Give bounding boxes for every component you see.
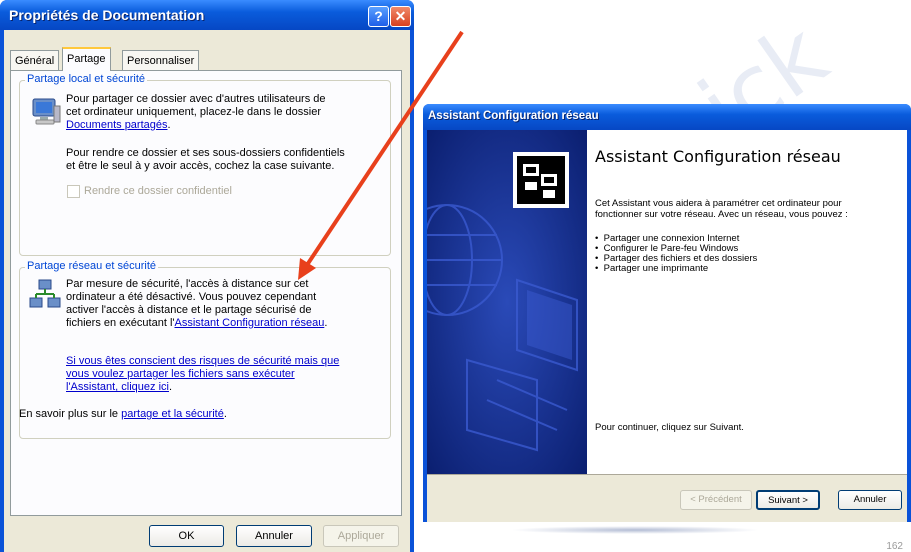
share-without-wizard-link-line2[interactable]: vous voulez partager les fichiers sans e… [66, 368, 295, 381]
network-sharing-legend: Partage réseau et sécurité [25, 260, 159, 272]
cancel-button[interactable]: Annuler [236, 525, 312, 547]
wizard-shadow [510, 526, 760, 534]
previous-button[interactable]: < Précédent [680, 490, 752, 510]
close-button[interactable]: ✕ [390, 6, 411, 27]
bullet-text: Partager une imprimante [603, 263, 709, 274]
wizard-titlebar[interactable]: Assistant Configuration réseau [423, 104, 911, 130]
wizard-intro-line1: Cet Assistant vous aidera à paramétrer c… [595, 198, 842, 209]
network-wizard-dialog: Assistant Configuration réseau Assistant… [423, 104, 911, 522]
wizard-title: Assistant Configuration réseau [428, 110, 599, 122]
network-text-line1: Par mesure de sécurité, l'accès à distan… [66, 278, 309, 290]
bullet-item: • Partager une imprimante [595, 263, 709, 274]
local-text-line1: Pour partager ce dossier avec d'autres u… [66, 93, 326, 105]
private-folder-label[interactable]: Rendre ce dossier confidentiel [84, 185, 232, 197]
network-text-line3: activer l'accès à distance et le partage… [66, 304, 312, 316]
share-link-end: . [168, 381, 173, 393]
apply-button[interactable]: Appliquer [323, 525, 399, 547]
network-illustration-icon [427, 130, 587, 474]
local-text2-line2: et être le seul à y avoir accès, cochez … [66, 160, 335, 172]
wizard-intro-line2: fonctionner sur votre réseau. Avec un ré… [595, 209, 848, 220]
wizard-cancel-button[interactable]: Annuler [838, 490, 902, 510]
sharing-tab-panel: Partage local et sécurité Pour partager … [10, 70, 402, 516]
network-icon [28, 278, 62, 312]
local-sharing-legend: Partage local et sécurité [25, 73, 148, 85]
share-without-wizard-link-line3[interactable]: l'Assistant, cliquez ici [66, 381, 169, 393]
properties-title: Propriétés de Documentation [9, 7, 205, 23]
wizard-content: Assistant Configuration réseau Cet Assis… [587, 130, 907, 474]
learn-more-prefix: En savoir plus sur le [19, 408, 122, 420]
local-text-line2: cet ordinateur uniquement, placez-le dan… [66, 106, 321, 118]
private-folder-checkbox[interactable] [67, 185, 80, 198]
tab-partage[interactable]: Partage [62, 47, 111, 71]
computer-icon [30, 96, 62, 128]
help-button[interactable]: ? [368, 6, 389, 27]
network-text-line4: fichiers en exécutant l' [66, 317, 175, 329]
tab-general[interactable]: Général [10, 50, 60, 70]
ok-button[interactable]: OK [149, 525, 224, 547]
local-sharing-group: Partage local et sécurité Pour partager … [19, 73, 391, 256]
wizard-sidebar-art [427, 130, 587, 474]
properties-titlebar[interactable]: Propriétés de Documentation ? ✕ [0, 0, 414, 30]
network-text-line2: ordinateur a été désactivé. Vous pouvez … [66, 291, 317, 303]
sharing-security-link[interactable]: partage et la sécurité [121, 408, 224, 420]
properties-dialog: Propriétés de Documentation ? ✕ Général … [0, 0, 414, 552]
next-button[interactable]: Suivant > [756, 490, 820, 510]
shared-documents-link[interactable]: Documents partagés [66, 119, 168, 131]
page-number: 162 [886, 541, 903, 552]
tab-personnaliser[interactable]: Personnaliser [122, 50, 200, 70]
properties-body: Général Partage Personnaliser Partage lo… [4, 30, 410, 552]
share-without-wizard-link-line1[interactable]: Si vous êtes conscient des risques de sé… [66, 355, 339, 368]
learn-more-end: . [223, 408, 227, 420]
local-text2-line1: Pour rendre ce dossier et ses sous-dossi… [66, 147, 345, 159]
wizard-footer: < Précédent Suivant > Annuler [427, 474, 907, 522]
wizard-heading: Assistant Configuration réseau [595, 147, 841, 166]
local-text-end: . [167, 119, 171, 131]
network-wizard-link[interactable]: Assistant Configuration réseau [175, 317, 325, 329]
wizard-continue-text: Pour continuer, cliquez sur Suivant. [595, 422, 744, 433]
network-text-end: . [324, 317, 328, 329]
